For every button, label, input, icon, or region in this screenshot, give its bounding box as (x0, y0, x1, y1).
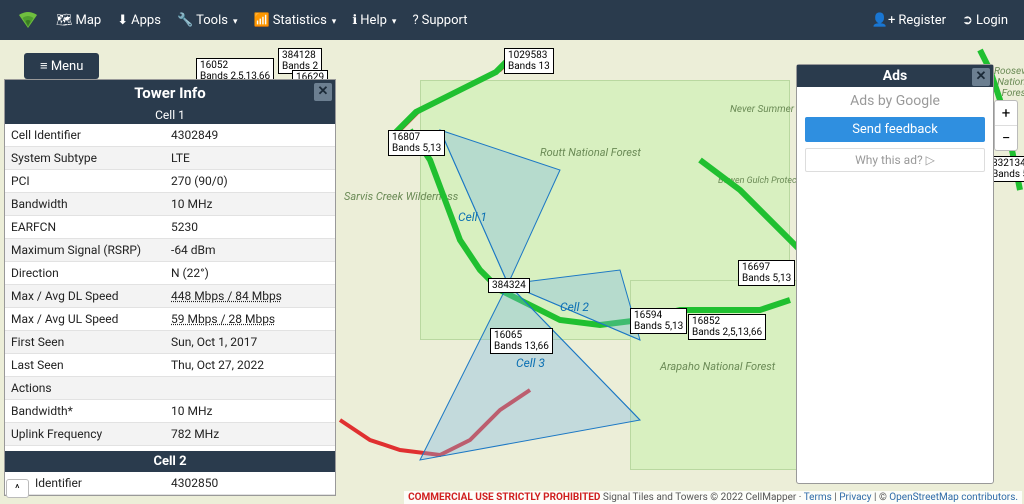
row-value: 782 MHz (171, 427, 329, 441)
login-icon: ➲ (962, 13, 973, 28)
row-value: LTE (171, 151, 329, 165)
row-key: Direction (11, 266, 171, 280)
row-value (171, 381, 329, 395)
cell-label: Cell 1 (458, 210, 487, 224)
nav-icon: ⬇ (117, 13, 128, 28)
why-this-ad-button[interactable]: Why this ad? ▷ (805, 148, 985, 172)
ads-by-label: Ads by Google (797, 87, 993, 115)
panel-title: Tower Info ✕ (5, 80, 335, 106)
row-key: Bandwidth* (11, 404, 171, 418)
table-row: Bandwidth10 MHz (5, 193, 335, 216)
nav-icon: ℹ (352, 13, 357, 28)
tower-tag[interactable]: 16594Bands 5,13 (630, 308, 687, 334)
terms-link[interactable]: Terms (804, 492, 832, 503)
table-row: Uplink Frequency782 MHz (5, 423, 335, 446)
ads-title: Ads✕ (797, 65, 993, 87)
tower-info-panel: Tower Info ✕ Cell 1 Cell Identifier43028… (4, 79, 336, 496)
nav-icon: 📶 (254, 13, 270, 28)
row-value: 448 Mbps / 84 Mbps (171, 289, 329, 303)
logo-icon (18, 10, 38, 30)
cell-label: Cell 2 (560, 300, 589, 314)
row-value: 270 (90/0) (171, 174, 329, 188)
table-row: Max / Avg UL Speed59 Mbps / 28 Mbps (5, 308, 335, 331)
close-icon[interactable]: ✕ (972, 68, 990, 86)
privacy-link[interactable]: Privacy (839, 492, 871, 503)
row-key: Cell Identifier (11, 128, 171, 142)
zoom-in-button[interactable]: + (995, 101, 1017, 126)
attribution-footer: COMMERCIAL USE STRICTLY PROHIBITED Signa… (404, 491, 1022, 504)
register-link[interactable]: 👤+Register (864, 13, 954, 28)
top-navbar: 🗺Map⬇Apps🔧Tools📶StatisticsℹHelp?Support … (0, 0, 1024, 40)
row-value: -64 dBm (171, 243, 329, 257)
table-row: First SeenSun, Oct 1, 2017 (5, 331, 335, 354)
row-key: Maximum Signal (RSRP) (11, 243, 171, 257)
table-row: Last SeenThu, Oct 27, 2022 (5, 354, 335, 377)
tower-center-tag[interactable]: 384324 (488, 278, 530, 293)
tower-tag[interactable]: 16807Bands 5,13 (388, 130, 445, 156)
row-key: Bandwidth (11, 197, 171, 211)
table-row: Max / Avg DL Speed448 Mbps / 84 Mbps (5, 285, 335, 308)
table-row: PCI270 (90/0) (5, 170, 335, 193)
info-rows: Cell Identifier4302849System SubtypeLTEP… (5, 124, 335, 451)
osm-link[interactable]: OpenStreetMap contributors. (889, 492, 1018, 503)
row-key: Max / Avg UL Speed (11, 312, 171, 326)
row-key: Uplink Frequency (11, 427, 171, 441)
row-value: 10 MHz (171, 404, 329, 418)
tower-tag[interactable]: 16852Bands 2,5,13,66 (688, 314, 766, 340)
tower-tag[interactable]: 16065Bands 13,66 (490, 328, 553, 354)
table-row: Bandwidth*10 MHz (5, 400, 335, 423)
row-key: Last Seen (11, 358, 171, 372)
row-value: 10 MHz (171, 197, 329, 211)
login-link[interactable]: ➲Login (954, 13, 1016, 28)
ads-panel: Ads✕ Ads by Google Send feedback Why thi… (796, 64, 994, 484)
nav-icon: ? (412, 13, 418, 28)
row-key: System Subtype (11, 151, 171, 165)
tower-tag[interactable]: 1029583Bands 13 (504, 48, 554, 74)
row-value: N (22°) (171, 266, 329, 280)
nav-apps[interactable]: ⬇Apps (109, 13, 169, 28)
nav-icon: 🗺 (56, 13, 73, 28)
menu-button[interactable]: ≡ Menu (24, 53, 99, 79)
table-row: Cell Identifier4302849 (5, 124, 335, 147)
zoom-controls: + − (994, 100, 1018, 151)
row-value: 4302849 (171, 128, 329, 142)
scroll-up-hint[interactable]: ^ (6, 479, 29, 498)
zoom-out-button[interactable]: − (995, 126, 1017, 150)
row-key: EARFCN (11, 220, 171, 234)
row-value: Thu, Oct 27, 2022 (171, 358, 329, 372)
table-row: EARFCN5230 (5, 216, 335, 239)
row-key: First Seen (11, 335, 171, 349)
table-row: Actions (5, 377, 335, 400)
row-key: PCI (11, 174, 171, 188)
table-row: Maximum Signal (RSRP)-64 dBm (5, 239, 335, 262)
close-icon[interactable]: ✕ (314, 83, 332, 101)
nav-statistics[interactable]: 📶Statistics (246, 13, 345, 28)
row-value: 59 Mbps / 28 Mbps (171, 312, 329, 326)
nav-icon: 🔧 (177, 13, 193, 28)
user-plus-icon: 👤+ (872, 13, 896, 28)
nav-help[interactable]: ℹHelp (344, 13, 404, 28)
table-row: Identifier4302850 (5, 472, 335, 495)
cell-label: Cell 3 (516, 356, 545, 370)
nav-map[interactable]: 🗺Map (48, 13, 109, 28)
row-key: Max / Avg DL Speed (11, 289, 171, 303)
send-feedback-button[interactable]: Send feedback (805, 117, 985, 142)
nav-tools[interactable]: 🔧Tools (169, 13, 246, 28)
cell-subheader: Cell 1 (5, 106, 335, 124)
table-row: DirectionN (22°) (5, 262, 335, 285)
table-row: System SubtypeLTE (5, 147, 335, 170)
tower-tag[interactable]: 16697Bands 5,13 (738, 260, 795, 286)
row-value: Sun, Oct 1, 2017 (171, 335, 329, 349)
row-key: Actions (11, 381, 171, 395)
cell2-header[interactable]: Cell 2 (5, 451, 335, 472)
nav-support[interactable]: ?Support (404, 13, 475, 28)
row-value: 5230 (171, 220, 329, 234)
